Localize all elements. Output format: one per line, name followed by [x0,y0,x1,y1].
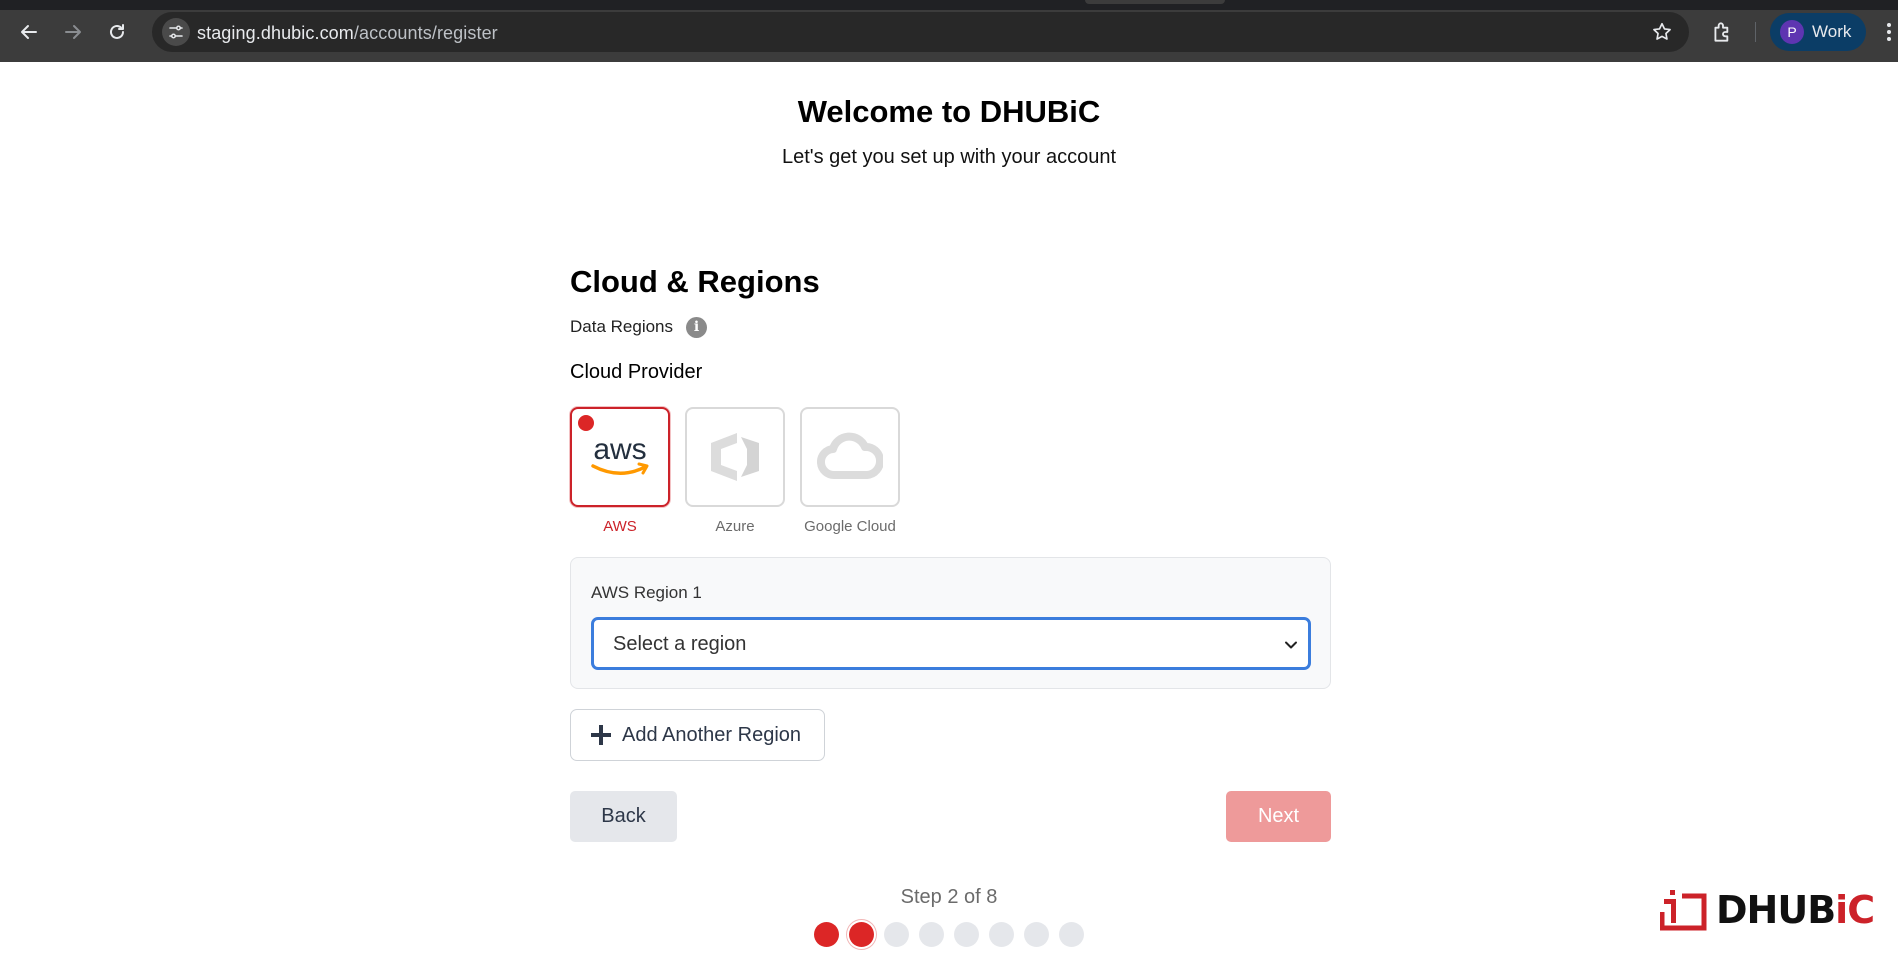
azure-logo-icon [711,433,759,481]
step-dot-1 [814,921,839,947]
browser-toolbar: staging.dhubic.com/accounts/register P W… [0,0,1898,62]
page-subtitle: Let's get you set up with your account [781,146,1116,168]
chevron-down-icon [1285,641,1297,649]
url-text[interactable]: staging.dhubic.com/accounts/register [197,23,498,44]
data-regions-label: Data Regions [570,317,674,336]
dhubic-logo-text-main: DHUB [1716,888,1836,932]
add-region-label: Add Another Region [622,723,802,746]
selected-indicator-dot [578,415,594,431]
provider-google-cloud-card[interactable] [800,407,900,507]
google-cloud-logo-icon [817,432,883,480]
provider-aws-card[interactable]: aws [570,407,670,507]
step-dot-5 [954,921,979,947]
data-regions-row: Data Regions i [570,315,708,339]
provider-azure-card[interactable] [685,407,785,507]
profile-button[interactable]: P Work [1770,13,1866,51]
dhubic-logo-text: DHUBiC [1716,888,1875,932]
step-dot-4 [919,921,944,947]
toolbar-separator [1755,22,1756,42]
tab-strip [0,0,1898,10]
extensions-puzzle-icon[interactable] [1710,19,1736,45]
section-title: Cloud & Regions [570,264,820,299]
reload-icon[interactable] [102,17,132,47]
profile-label: Work [1812,22,1852,41]
browser-menu-icon[interactable] [1884,20,1894,44]
active-tab-hint [1085,0,1225,4]
address-bar[interactable]: staging.dhubic.com/accounts/register [152,12,1689,52]
provider-aws-label: AWS [603,518,637,535]
add-region-button[interactable]: Add Another Region [570,709,825,761]
step-dot-6 [989,921,1014,947]
site-settings-icon[interactable] [162,18,190,46]
dhubic-logo: DHUBiC [1660,887,1875,933]
step-dot-8 [1059,921,1084,947]
step-dots [814,920,1094,948]
back-arrow-icon[interactable] [14,17,44,47]
page-title: Welcome to DHUBiC [797,94,1101,129]
step-dot-7 [1024,921,1049,947]
next-button[interactable]: Next [1226,791,1331,842]
region-select-value: Select a region [613,633,747,655]
url-path: /accounts/register [353,23,498,43]
provider-google-cloud-label: Google Cloud [804,518,896,535]
forward-arrow-icon[interactable] [58,17,88,47]
aws-logo-text: aws [593,433,646,466]
info-icon[interactable]: i [686,316,708,338]
step-dot-2 [849,921,874,947]
step-indicator-text: Step 2 of 8 [900,886,998,908]
back-button[interactable]: Back [570,791,677,842]
region-select[interactable]: Select a region [591,617,1311,670]
url-host: staging.dhubic.com [197,23,354,43]
bookmark-star-icon[interactable] [1651,21,1673,43]
plus-icon [591,725,611,745]
provider-azure-label: Azure [715,518,755,535]
aws-logo-icon: aws [591,433,649,475]
profile-avatar: P [1780,20,1804,44]
region-card: AWS Region 1 Select a region [570,557,1331,689]
dhubic-logo-text-accent: iC [1835,888,1875,932]
cloud-provider-label: Cloud Provider [570,361,703,383]
step-dot-3 [884,921,909,947]
region-label: AWS Region 1 [591,583,702,602]
dhubic-logo-icon [1660,890,1707,931]
